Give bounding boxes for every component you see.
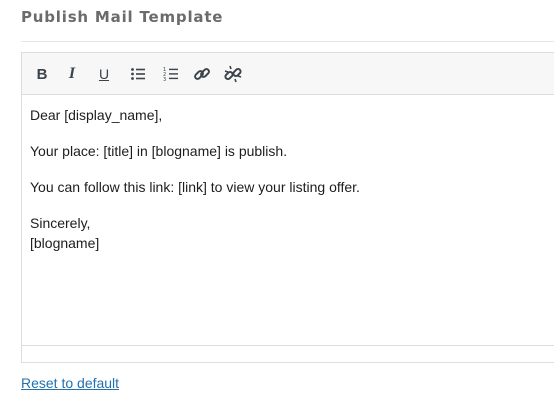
svg-text:3: 3: [163, 77, 166, 82]
link-icon: [193, 65, 211, 83]
bulleted-list-button[interactable]: [127, 63, 149, 85]
editor-content[interactable]: Dear [display_name], Your place: [title]…: [30, 105, 552, 253]
greeting-line: Dear [display_name],: [30, 107, 163, 123]
page-title: Publish Mail Template: [21, 8, 224, 26]
signature-line: [blogname]: [30, 235, 100, 251]
italic-icon: I: [68, 65, 76, 82]
editor-status-bar: [22, 345, 554, 346]
numbered-list-icon: 1 2 3: [163, 66, 179, 82]
insert-link-button[interactable]: [191, 63, 213, 85]
editor-toolbar: B I U 1 2 3: [22, 53, 554, 95]
reset-to-default-link[interactable]: Reset to default: [21, 375, 119, 391]
numbered-list-button[interactable]: 1 2 3: [160, 63, 182, 85]
unlink-icon: [224, 65, 242, 83]
bold-button[interactable]: B: [31, 63, 53, 85]
underline-icon: U: [98, 66, 110, 82]
link-line: You can follow this link: [link] to view…: [30, 179, 360, 195]
signoff-line: Sincerely,: [30, 215, 91, 231]
italic-button[interactable]: I: [61, 63, 83, 85]
remove-link-button[interactable]: [222, 63, 244, 85]
place-line: Your place: [title] in [blogname] is pub…: [30, 143, 288, 159]
mail-template-editor[interactable]: B I U 1 2 3 Dear [display_name], Your pl…: [21, 52, 554, 363]
underline-button[interactable]: U: [93, 63, 115, 85]
title-divider: [21, 41, 554, 42]
bulleted-list-icon: [130, 66, 146, 82]
bold-icon: B: [36, 65, 48, 83]
